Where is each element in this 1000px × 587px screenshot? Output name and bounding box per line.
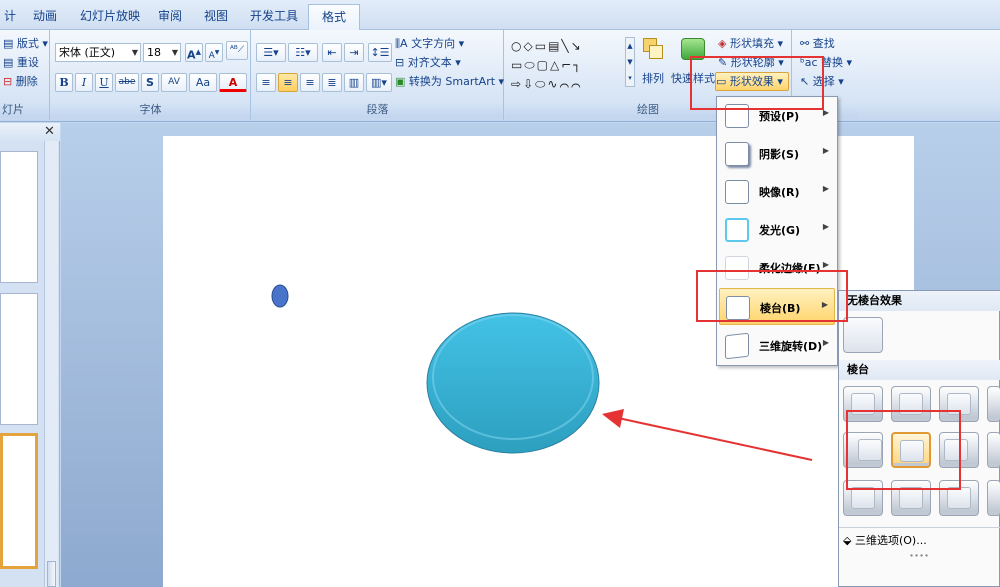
menu-item-label: 阴影(S) bbox=[759, 148, 799, 161]
bevel-option-face bbox=[947, 487, 971, 509]
3d-options-link[interactable]: ⬙ 三维选项(O)... bbox=[843, 531, 997, 551]
bevel-option-face bbox=[899, 487, 923, 509]
menu-item-label: 预设(P) bbox=[759, 110, 800, 123]
chevron-right-icon: ▶ bbox=[822, 222, 829, 231]
resize-grip-icon[interactable]: ∙∙∙∙ bbox=[909, 551, 929, 560]
highlight-box-bevel-option bbox=[846, 410, 961, 490]
no-bevel-heading: 无棱台效果 bbox=[839, 291, 1000, 311]
pointer-arrowhead bbox=[602, 409, 624, 428]
menu-item-label: 映像(R) bbox=[759, 186, 800, 199]
menu-item-reflection[interactable]: 映像(R) ▶ bbox=[719, 173, 835, 210]
bevel-option-face bbox=[851, 487, 875, 509]
3d-options-label: 三维选项(O)... bbox=[854, 534, 927, 547]
shadow-icon bbox=[725, 142, 749, 166]
menu-item-glow[interactable]: 发光(G) ▶ bbox=[719, 211, 835, 248]
bevel-heading: 棱台 bbox=[839, 360, 1000, 380]
bevel-option[interactable] bbox=[987, 386, 1000, 422]
bevel-option[interactable] bbox=[987, 432, 1000, 468]
3d-options-icon: ⬙ bbox=[843, 534, 852, 547]
chevron-right-icon: ▶ bbox=[822, 260, 829, 269]
bevel-option[interactable] bbox=[987, 480, 1000, 516]
menu-item-3d-rotation[interactable]: 三维旋转(D) ▶ bbox=[719, 327, 835, 364]
shape-effects-menu: 预设(P) ▶ 阴影(S) ▶ 映像(R) ▶ 发光(G) ▶ 柔化边缘(E) ▶ 棱台(… bbox=[716, 96, 838, 366]
reflection-icon bbox=[725, 180, 749, 204]
no-bevel-option[interactable] bbox=[843, 317, 883, 353]
chevron-right-icon: ▶ bbox=[822, 146, 829, 155]
rotation-3d-icon bbox=[725, 332, 749, 360]
menu-item-shadow[interactable]: 阴影(S) ▶ bbox=[719, 135, 835, 172]
bevel-ellipse-shape[interactable] bbox=[426, 312, 600, 454]
divider bbox=[839, 527, 1000, 528]
chevron-right-icon: ▶ bbox=[822, 184, 829, 193]
pointer-arrow bbox=[617, 417, 813, 461]
highlight-box-shape-effects bbox=[690, 56, 824, 110]
glow-icon bbox=[725, 218, 749, 242]
small-ellipse-shape[interactable] bbox=[271, 284, 289, 308]
highlight-box-bevel-item bbox=[696, 270, 848, 322]
chevron-right-icon: ▶ bbox=[822, 338, 829, 347]
menu-item-label: 发光(G) bbox=[759, 224, 801, 237]
menu-item-label: 三维旋转(D) bbox=[759, 340, 823, 353]
